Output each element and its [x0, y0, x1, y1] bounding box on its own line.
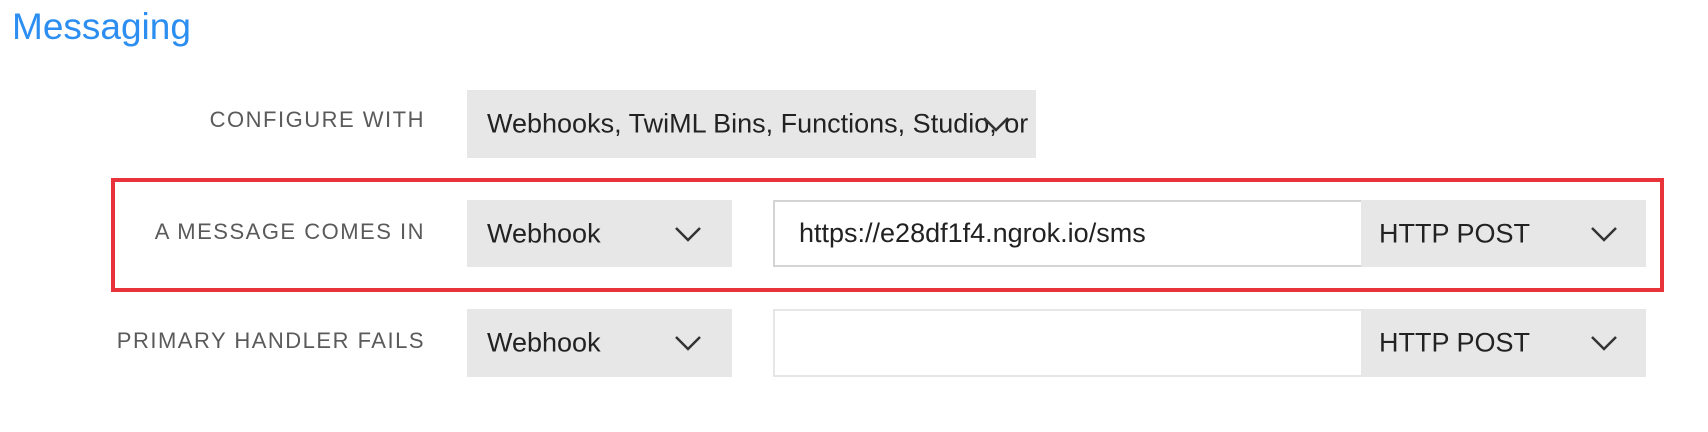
message-comes-in-url-input[interactable]: https://e28df1f4.ngrok.io/sms: [773, 200, 1363, 267]
section-title: Messaging: [12, 6, 191, 47]
message-comes-in-type-value: Webhook: [487, 218, 601, 248]
chevron-down-icon: [675, 226, 701, 242]
chevron-down-icon: [1591, 336, 1617, 351]
message-comes-in-method-select[interactable]: HTTP POST: [1361, 200, 1646, 267]
message-comes-in-label: A MESSAGE COMES IN: [154, 219, 425, 244]
primary-handler-fails-label: PRIMARY HANDLER FAILS: [116, 328, 425, 353]
message-comes-in-method-value: HTTP POST: [1379, 218, 1531, 248]
primary-handler-fails-url-input[interactable]: [773, 309, 1363, 377]
primary-handler-fails-method-value: HTTP POST: [1379, 327, 1531, 358]
primary-handler-fails-type-value: Webhook: [487, 327, 601, 358]
primary-handler-fails-method-select[interactable]: HTTP POST: [1361, 309, 1646, 377]
chevron-down-icon: [675, 336, 701, 351]
chevron-down-icon: [983, 117, 1009, 132]
configure-with-select[interactable]: Webhooks, TwiML Bins, Functions, Studio,…: [467, 90, 1036, 158]
configure-with-label: CONFIGURE WITH: [209, 107, 425, 132]
configure-with-value: Webhooks, TwiML Bins, Functions, Studio,…: [487, 108, 1036, 139]
primary-handler-fails-type-select[interactable]: Webhook: [467, 309, 732, 377]
chevron-down-icon: [1591, 226, 1617, 242]
message-comes-in-type-select[interactable]: Webhook: [467, 200, 732, 267]
